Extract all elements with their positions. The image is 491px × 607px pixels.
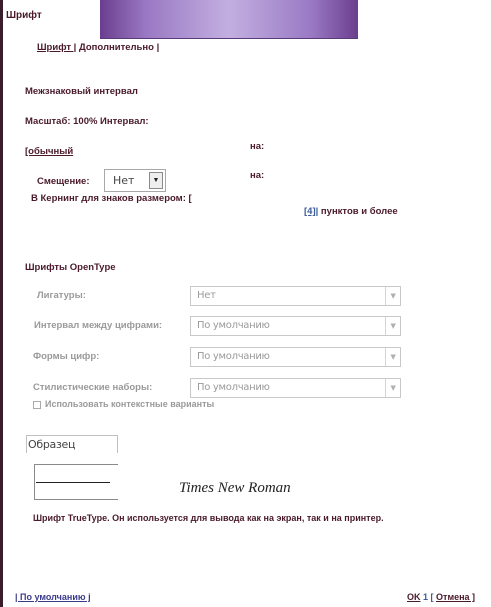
button-separator: 1 [: [423, 592, 434, 602]
offset-label: Смещение:: [37, 176, 90, 187]
contextual-alternates-label: Использовать контекстные варианты: [45, 399, 215, 409]
kerning-row: [4]| пунктов и более: [304, 206, 398, 217]
stylistic-sets-label: Стилистические наборы:: [33, 382, 153, 393]
ligatures-label: Лигатуры:: [37, 290, 86, 301]
ok-button[interactable]: OK: [407, 592, 421, 602]
chevron-down-icon[interactable]: ▼: [385, 317, 400, 335]
preview-label: Образец: [28, 438, 76, 451]
number-forms-label: Формы цифр:: [33, 351, 100, 362]
preview-sample-text: Times New Roman: [179, 480, 291, 496]
chevron-down-icon[interactable]: ▼: [149, 172, 163, 189]
title-bar: [100, 0, 358, 39]
tab-bar: Шрифт | Дополнительно |: [37, 42, 159, 53]
spacing-by-label: на:: [250, 141, 265, 152]
spacing-select[interactable]: [обычный: [25, 146, 73, 157]
offset-select-value: Нет: [113, 174, 135, 187]
window-left-border: [0, 0, 3, 607]
cancel-button[interactable]: Отмена ]: [436, 592, 475, 602]
window-title: Шрифт: [6, 10, 42, 21]
kerning-label: В Кернинг для знаков размером: [: [31, 193, 192, 204]
ligatures-select-value: Нет: [197, 290, 216, 301]
number-forms-select-value: По умолчанию: [197, 351, 270, 362]
offset-select[interactable]: Нет ▼: [104, 169, 166, 192]
contextual-alternates-row: Использовать контекстные варианты: [33, 399, 214, 409]
stylistic-sets-select[interactable]: По умолчанию ▼: [190, 378, 401, 398]
spacing-heading: Межзнаковый интервал: [25, 86, 138, 97]
stylistic-sets-select-value: По умолчанию: [197, 382, 270, 393]
number-spacing-label: Интервал между цифрами:: [34, 320, 163, 331]
ligatures-select[interactable]: Нет ▼: [190, 286, 401, 306]
chevron-down-icon[interactable]: ▼: [385, 287, 400, 305]
tab-font[interactable]: Шрифт |: [37, 42, 76, 53]
font-description: Шрифт TrueType. Он используется для выво…: [33, 513, 384, 523]
opentype-heading: Шрифты OpenType: [25, 262, 116, 273]
scale-spacing-line: Масштаб: 100% Интервал:: [25, 116, 149, 127]
kerning-suffix: пунктов и более: [320, 206, 398, 217]
footer-buttons: OK 1 [ Отмена ]: [407, 592, 475, 602]
number-spacing-select-value: По умолчанию: [197, 320, 270, 331]
contextual-alternates-checkbox[interactable]: [33, 400, 41, 409]
number-spacing-select[interactable]: По умолчанию ▼: [190, 316, 401, 336]
set-default-button[interactable]: | По умолчанию j: [15, 592, 91, 602]
kerning-size-input[interactable]: [4]|: [304, 206, 318, 217]
number-forms-select[interactable]: По умолчанию ▼: [190, 347, 401, 367]
tab-advanced[interactable]: Дополнительно |: [79, 42, 159, 53]
baseline-line: [36, 482, 110, 483]
chevron-down-icon[interactable]: ▼: [385, 348, 400, 366]
chevron-down-icon[interactable]: ▼: [385, 379, 400, 397]
offset-by-label: на:: [250, 170, 265, 181]
